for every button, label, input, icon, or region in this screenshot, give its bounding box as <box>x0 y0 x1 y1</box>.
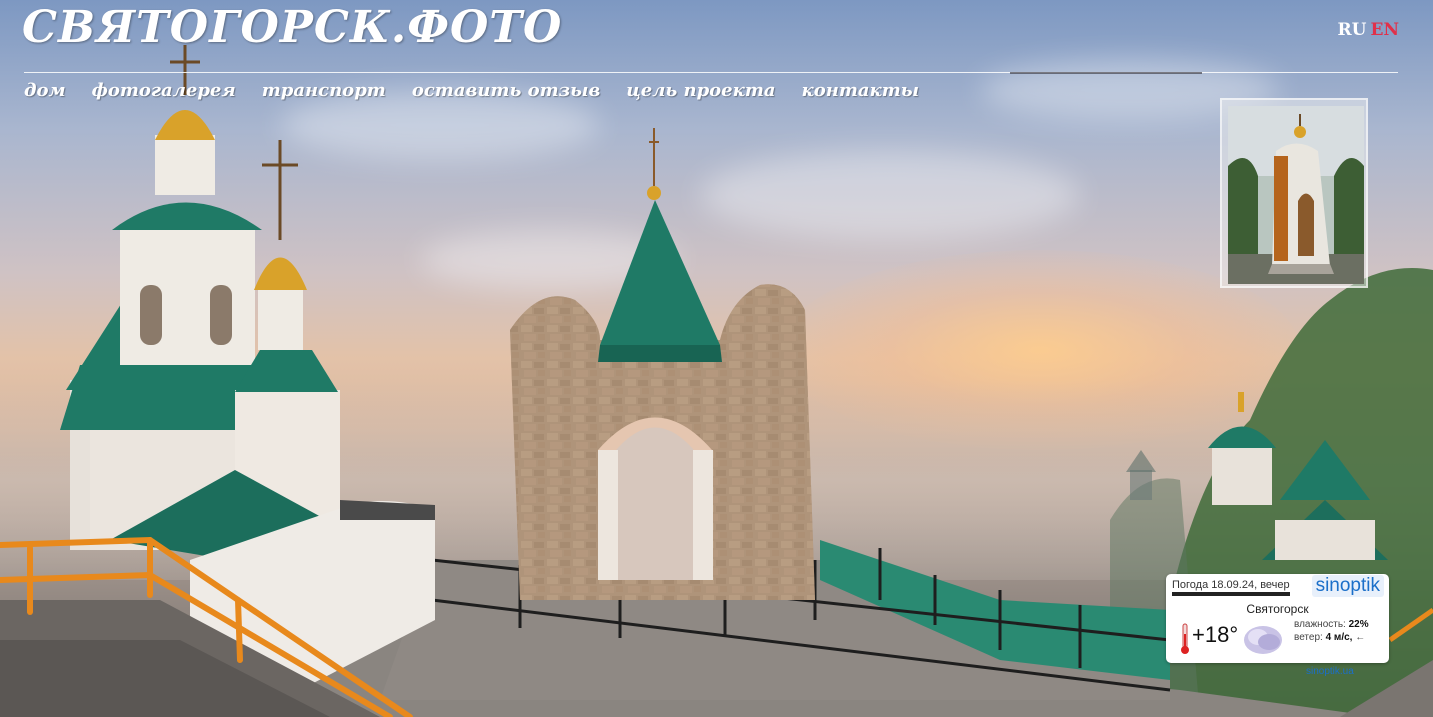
wind-direction-icon: ← <box>1355 632 1366 643</box>
sinoptik-link[interactable]: sinoptik.ua <box>1306 666 1354 677</box>
weather-details: влажность: 22% ветер: 4 м/с, ← <box>1294 618 1369 644</box>
humidity-value: 22% <box>1348 619 1369 630</box>
monument-photo <box>1228 106 1364 284</box>
wind-label: ветер: <box>1294 632 1323 643</box>
nav-item-gallery[interactable]: фотогалерея <box>92 80 236 101</box>
monument-thumbnail[interactable] <box>1220 98 1368 288</box>
wind-value: 4 м/с, <box>1325 632 1353 643</box>
weather-temperature: +18° <box>1192 622 1239 647</box>
site-title[interactable]: СВЯТОГОРСК.ФОТО <box>22 2 562 53</box>
nav-item-feedback[interactable]: оставить отзыв <box>412 80 600 101</box>
lang-ru-link[interactable]: RU <box>1338 20 1367 40</box>
nav-item-contacts[interactable]: контакты <box>802 80 920 101</box>
lang-en-link[interactable]: EN <box>1371 20 1400 40</box>
nav-item-project-goal[interactable]: цель проекта <box>626 80 775 101</box>
sinoptik-logo[interactable]: sinoptik <box>1311 575 1384 597</box>
weather-city: Святогорск <box>1246 602 1309 616</box>
cloudy-icon <box>1244 626 1282 654</box>
thermometer-icon <box>1181 623 1189 654</box>
nav-item-transport[interactable]: транспорт <box>262 80 386 101</box>
main-nav: дом фотогалерея транспорт оставить отзыв… <box>24 80 919 101</box>
weather-widget[interactable]: Погода 18.09.24, вечер sinoptik Святогор… <box>1166 574 1389 663</box>
humidity-label: влажность: <box>1294 619 1346 630</box>
page: СВЯТОГОРСК.ФОТО RU EN дом фотогалерея тра… <box>0 0 1433 717</box>
language-switcher: RU EN <box>1334 20 1399 40</box>
header-divider-accent <box>1010 72 1202 74</box>
nav-item-home[interactable]: дом <box>24 80 66 101</box>
weather-date: Погода 18.09.24, вечер <box>1172 579 1290 596</box>
